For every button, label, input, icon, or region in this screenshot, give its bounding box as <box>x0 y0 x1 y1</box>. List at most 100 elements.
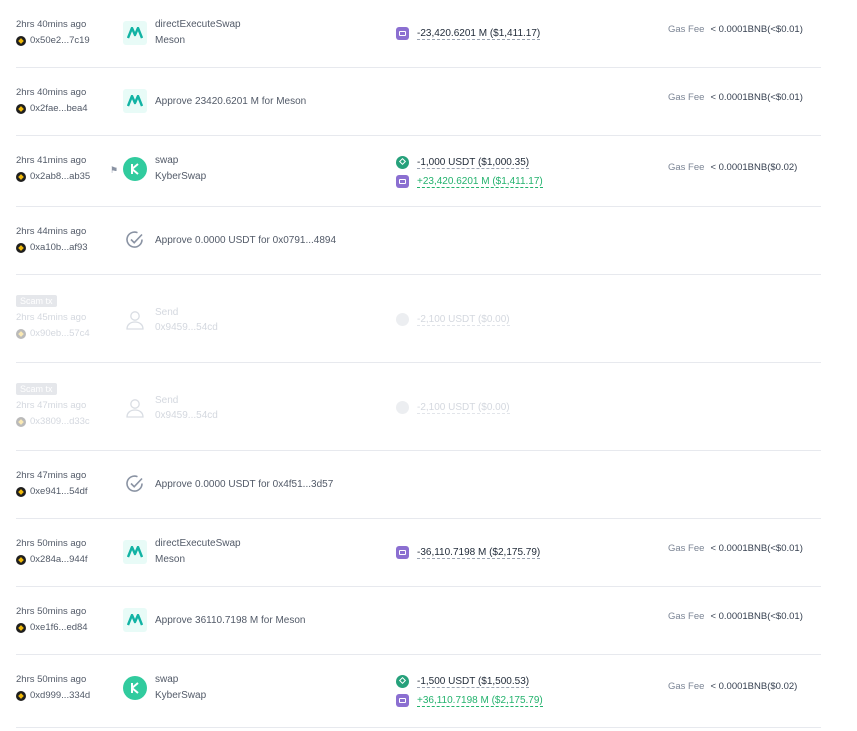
flag-icon: ⚑ <box>110 165 119 175</box>
gas-fee: Gas Fee < 0.0001BNB(<$0.01) <box>668 543 803 554</box>
transaction-history-list: 2hrs 40mins ago 0x50e2...7c19 directExecut… <box>0 0 857 731</box>
gas-fee: Gas Fee < 0.0001BNB($0.02) <box>668 681 797 692</box>
bnb-chain-icon <box>16 103 26 114</box>
tx-method: Send <box>155 307 179 318</box>
faded-token-icon <box>396 313 409 326</box>
tx-address-text: 0xa10b...af93 <box>30 242 88 253</box>
tx-method: swap <box>155 674 179 685</box>
gas-fee: Gas Fee < 0.0001BNB($0.02) <box>668 162 797 173</box>
tx-address-link[interactable]: 0x90eb...57c4 <box>16 328 90 339</box>
transaction-row[interactable]: 2hrs 50mins ago 0x284a...944f directExecut… <box>16 519 821 587</box>
gas-fee-value: < 0.0001BNB(<$0.01) <box>710 611 803 622</box>
bnb-chain-icon <box>16 242 26 253</box>
gas-fee-label: Gas Fee <box>668 92 705 103</box>
meson-logo <box>123 540 147 564</box>
tx-address-link[interactable]: 0xe941...54df <box>16 486 88 497</box>
token-change[interactable]: +23,420.6201 M ($1,411.17) <box>396 175 543 188</box>
tx-time: 2hrs 45mins ago <box>16 312 87 323</box>
tx-address-text: 0x90eb...57c4 <box>30 328 90 339</box>
tx-time: 2hrs 40mins ago <box>16 19 87 30</box>
transaction-row[interactable]: Scam tx 2hrs 45mins ago 0x90eb...57c4 Send 0… <box>16 275 821 363</box>
transaction-row[interactable]: 2hrs 40mins ago 0x2fae...bea4 Approve 2342… <box>16 68 821 136</box>
bnb-chain-icon <box>16 328 26 339</box>
transaction-row[interactable]: Scam tx 2hrs 47mins ago 0x3809...d33c Send 0… <box>16 363 821 451</box>
tx-time: 2hrs 40mins ago <box>16 87 87 98</box>
tx-method: Approve 36110.7198 M for Meson <box>155 615 306 626</box>
kyberswap-logo <box>123 157 147 181</box>
tx-address-text: 0xe941...54df <box>30 486 88 497</box>
usdt-token-icon <box>396 675 409 688</box>
token-amount: -23,420.6201 M ($1,411.17) <box>417 27 541 40</box>
approve-check-icon <box>123 228 147 252</box>
tx-time: 2hrs 44mins ago <box>16 226 87 237</box>
tx-method: Send <box>155 395 179 406</box>
bnb-chain-icon <box>16 416 26 427</box>
gas-fee-value: < 0.0001BNB(<$0.01) <box>710 92 803 103</box>
scam-tx-badge: Scam tx <box>16 295 57 307</box>
token-amount: +23,420.6201 M ($1,411.17) <box>417 175 543 188</box>
token-change[interactable]: -1,500 USDT ($1,500.53) <box>396 675 530 688</box>
tx-project: KyberSwap <box>155 171 207 182</box>
token-amount: -2,100 USDT ($0.00) <box>417 313 510 326</box>
tx-address-text: 0x2ab8...ab35 <box>30 171 91 182</box>
m-token-icon <box>396 27 409 40</box>
faded-token-icon <box>396 401 409 414</box>
tx-address-text: 0x284a...944f <box>30 554 88 565</box>
tx-address-link[interactable]: 0x50e2...7c19 <box>16 35 90 46</box>
approve-check-icon <box>123 472 147 496</box>
token-amount: +36,110.7198 M ($2,175.79) <box>417 694 543 707</box>
tx-method: Approve 23420.6201 M for Meson <box>155 96 307 107</box>
tx-address-text: 0x50e2...7c19 <box>30 35 90 46</box>
transaction-row[interactable]: 2hrs 44mins ago 0xa10b...af93 Approve 0.00… <box>16 207 821 275</box>
gas-fee-value: < 0.0001BNB($0.02) <box>710 681 798 692</box>
gas-fee: Gas Fee < 0.0001BNB(<$0.01) <box>668 24 803 35</box>
token-change[interactable]: -36,110.7198 M ($2,175.79) <box>396 546 541 559</box>
tx-project: Meson <box>155 554 186 565</box>
token-change[interactable]: -23,420.6201 M ($1,411.17) <box>396 27 541 40</box>
transaction-row[interactable]: 2hrs 41mins ago 0x2ab8...ab35 ⚑ swap KyberSw… <box>16 136 821 207</box>
transaction-row[interactable]: 2hrs 47mins ago 0xe941...54df Approve 0.00… <box>16 451 821 519</box>
tx-address-link[interactable]: 0x284a...944f <box>16 554 88 565</box>
gas-fee-label: Gas Fee <box>668 681 705 692</box>
tx-address-text: 0xe1f6...ed84 <box>30 622 88 633</box>
tx-address-text: 0x3809...d33c <box>30 416 90 427</box>
gas-fee-label: Gas Fee <box>668 24 705 35</box>
gas-fee-label: Gas Fee <box>668 162 705 173</box>
user-icon <box>123 396 147 420</box>
gas-fee-label: Gas Fee <box>668 543 705 554</box>
meson-logo <box>123 89 147 113</box>
gas-fee-value: < 0.0001BNB($0.02) <box>710 162 798 173</box>
transaction-row[interactable]: 2hrs 50mins ago 0xd999...334d swap KyberSwa… <box>16 655 821 728</box>
bnb-chain-icon <box>16 35 26 46</box>
m-token-icon <box>396 546 409 559</box>
token-change[interactable]: -2,100 USDT ($0.00) <box>396 401 510 414</box>
meson-logo <box>123 608 147 632</box>
bnb-chain-icon <box>16 622 26 633</box>
gas-fee: Gas Fee < 0.0001BNB(<$0.01) <box>668 611 803 622</box>
tx-address-link[interactable]: 0xa10b...af93 <box>16 242 88 253</box>
tx-address-link[interactable]: 0x3809...d33c <box>16 416 90 427</box>
tx-project: 0x9459...54cd <box>155 322 218 333</box>
tx-address-link[interactable]: 0xe1f6...ed84 <box>16 622 88 633</box>
tx-time: 2hrs 50mins ago <box>16 606 87 617</box>
token-amount: -2,100 USDT ($0.00) <box>417 401 510 414</box>
user-icon <box>123 308 147 332</box>
token-amount: -1,000 USDT ($1,000.35) <box>417 156 530 169</box>
token-change[interactable]: +36,110.7198 M ($2,175.79) <box>396 694 543 707</box>
m-token-icon <box>396 175 409 188</box>
transaction-row[interactable]: 2hrs 40mins ago 0x50e2...7c19 directExecut… <box>16 0 821 68</box>
tx-time: 2hrs 50mins ago <box>16 538 87 549</box>
tx-address-link[interactable]: 0x2ab8...ab35 <box>16 171 90 182</box>
token-change[interactable]: -2,100 USDT ($0.00) <box>396 313 510 326</box>
token-change[interactable]: -1,000 USDT ($1,000.35) <box>396 156 530 169</box>
tx-method: directExecuteSwap <box>155 538 241 549</box>
bnb-chain-icon <box>16 690 26 701</box>
tx-address-link[interactable]: 0xd999...334d <box>16 690 90 701</box>
transaction-row[interactable]: 2hrs 50mins ago 0xe1f6...ed84 Approve 3611… <box>16 587 821 655</box>
token-amount: -36,110.7198 M ($2,175.79) <box>417 546 541 559</box>
tx-project: KyberSwap <box>155 690 207 701</box>
meson-logo <box>123 21 147 45</box>
tx-address-link[interactable]: 0x2fae...bea4 <box>16 103 88 114</box>
tx-method: Approve 0.0000 USDT for 0x4f51...3d57 <box>155 479 334 490</box>
tx-address-text: 0xd999...334d <box>30 690 91 701</box>
